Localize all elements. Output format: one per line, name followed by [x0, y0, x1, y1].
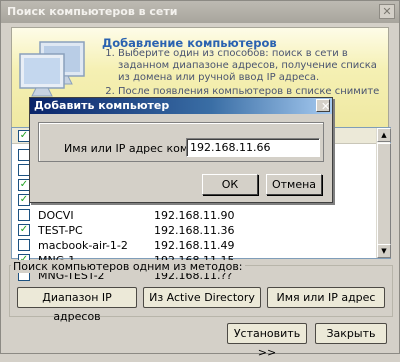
- add-computer-dialog: Добавить компьютер ✕ Имя или IP адрес ко…: [29, 97, 333, 203]
- computer-ip: 192.168.11.36: [154, 224, 235, 237]
- row-checkbox[interactable]: [18, 239, 30, 251]
- close-icon: ✕: [382, 5, 392, 18]
- computer-ip: 192.168.11.49: [154, 239, 235, 252]
- banner-step-1: Выберите один из способов: поиск в сети …: [118, 48, 382, 84]
- methods-group-label: Поиск компьютеров одним из методов:: [11, 260, 245, 273]
- main-window: Поиск компьютеров в сети ✕ Добавление ко…: [0, 0, 400, 359]
- active-directory-button[interactable]: Из Active Directory: [143, 287, 261, 308]
- close-button[interactable]: Закрыть: [315, 323, 387, 344]
- row-checkbox[interactable]: ✓: [18, 224, 30, 236]
- scroll-thumb[interactable]: [377, 143, 391, 247]
- ip-range-button[interactable]: Диапазон IP адресов: [17, 287, 137, 323]
- window-title: Поиск компьютеров в сети: [7, 5, 178, 18]
- computers-icon: [19, 41, 85, 97]
- scroll-down-button[interactable]: ▼: [377, 244, 391, 258]
- scroll-up-button[interactable]: ▲: [377, 128, 391, 142]
- dialog-title: Добавить компьютер: [34, 99, 170, 112]
- dialog-cancel-button[interactable]: Отмена: [266, 174, 322, 195]
- install-button[interactable]: Установить >>: [227, 323, 307, 359]
- computer-name: DOCVI: [38, 209, 74, 222]
- window-close-button[interactable]: ✕: [379, 4, 395, 19]
- list-row[interactable]: macbook-air-1-2 192.168.11.49: [12, 238, 378, 253]
- list-row[interactable]: DOCVI 192.168.11.90: [12, 208, 378, 223]
- list-row[interactable]: ✓ TEST-PC 192.168.11.36: [12, 223, 378, 238]
- row-checkbox[interactable]: [18, 209, 30, 221]
- computer-name: macbook-air-1-2: [38, 239, 128, 252]
- by-name-button[interactable]: Имя или IP адрес: [267, 287, 385, 308]
- dialog-titlebar: Добавить компьютер ✕: [30, 98, 332, 114]
- dialog-close-button[interactable]: ✕: [316, 99, 330, 112]
- computer-ip: 192.168.11.90: [154, 209, 235, 222]
- dialog-ok-button[interactable]: ОК: [202, 174, 258, 195]
- close-icon: ✕: [321, 100, 331, 113]
- computer-name: TEST-PC: [38, 224, 83, 237]
- computer-address-input[interactable]: [186, 138, 320, 157]
- window-titlebar: Поиск компьютеров в сети ✕: [1, 1, 399, 23]
- list-scrollbar[interactable]: ▲ ▼: [376, 128, 391, 258]
